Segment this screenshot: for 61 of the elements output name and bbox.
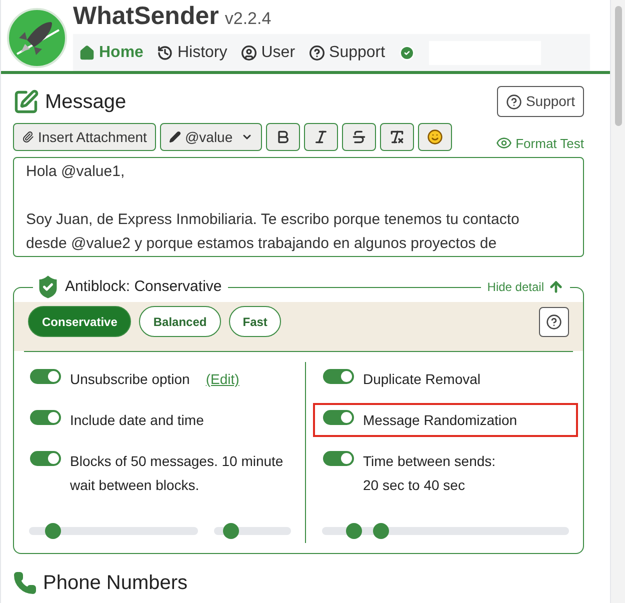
- help-icon: [309, 44, 326, 60]
- toggle-switch[interactable]: [323, 451, 354, 466]
- nav-tab[interactable]: User: [241, 40, 296, 64]
- support-button[interactable]: Support: [496, 86, 584, 117]
- slider-thumb[interactable]: [373, 523, 390, 539]
- pencil-icon: [13, 88, 39, 114]
- home-icon: [79, 44, 95, 60]
- help-icon: [506, 94, 522, 110]
- toggle-switch[interactable]: [30, 410, 61, 425]
- history-icon: [157, 44, 174, 60]
- clear-format-icon: [388, 129, 405, 145]
- app-name: WhatSender: [73, 4, 219, 29]
- help-button[interactable]: [539, 306, 569, 336]
- option-label: Unsubscribe option: [70, 370, 190, 389]
- nav-tab[interactable]: Home: [79, 40, 144, 64]
- value-dropdown[interactable]: @value: [160, 123, 262, 151]
- format-test-link[interactable]: Format Test: [496, 134, 584, 153]
- phone-icon: [13, 571, 37, 595]
- check-icon: [399, 44, 416, 60]
- slider-thumb[interactable]: [222, 523, 239, 539]
- toggle-switch[interactable]: [30, 451, 61, 466]
- clear-format-button[interactable]: [380, 123, 414, 151]
- edit-link[interactable]: (Edit): [206, 369, 240, 390]
- option-label: Blocks of 50 messages. 10 minute wait between blocks.: [70, 452, 284, 495]
- strikethrough-button[interactable]: [342, 123, 376, 151]
- message-field[interactable]: Hola @value1, Soy Juan, de Express Inmobiliaria. Te escribo porque tenemos tu contacto desde @value2 y porque estamos trabajando en algunos proyectos de: [13, 157, 584, 257]
- arrow-icon: [548, 279, 564, 295]
- nav-tab[interactable]: History: [157, 40, 228, 64]
- panel-title: Antiblock: Conservative: [65, 276, 222, 297]
- toggle-switch[interactable]: [323, 410, 354, 425]
- option-label: Duplicate Removal: [363, 370, 480, 389]
- pencil-icon: [168, 131, 181, 143]
- bold-button[interactable]: [266, 123, 300, 151]
- user-icon: [241, 44, 258, 60]
- toggle-switch[interactable]: [30, 369, 61, 384]
- help-icon: [546, 314, 562, 330]
- option-label: Message Randomization: [363, 411, 518, 430]
- italic-button[interactable]: [304, 123, 338, 151]
- option-label: Include date and time: [70, 411, 204, 430]
- hide-detail-link[interactable]: Hide detail: [481, 278, 570, 296]
- emoji-button[interactable]: [418, 123, 452, 151]
- option-detail: 20 sec to 40 sec: [363, 476, 466, 495]
- italic-icon: [312, 129, 329, 145]
- app-version: v2.2.4: [224, 10, 272, 27]
- smiley-icon: [426, 129, 443, 145]
- option-label: Time between sends:: [363, 452, 496, 471]
- nav-tab[interactable]: Support: [309, 40, 386, 64]
- slider-thumb[interactable]: [44, 523, 61, 539]
- slider-thumb[interactable]: [346, 523, 362, 539]
- mode-button[interactable]: Fast: [228, 306, 282, 337]
- mode-button[interactable]: Conservative: [28, 306, 132, 337]
- section-title: Message: [45, 90, 126, 114]
- scrollbar-thumb[interactable]: [614, 6, 622, 126]
- toggle-switch[interactable]: [323, 369, 354, 384]
- paperclip-icon: [22, 131, 34, 143]
- mode-button[interactable]: Balanced: [139, 306, 221, 337]
- rocket-logo: [7, 8, 67, 68]
- eye-icon: [496, 135, 512, 152]
- section-title: Phone Numbers: [43, 571, 188, 596]
- attachment-button[interactable]: Insert Attachment: [13, 123, 156, 151]
- strikethrough-icon: [350, 129, 367, 145]
